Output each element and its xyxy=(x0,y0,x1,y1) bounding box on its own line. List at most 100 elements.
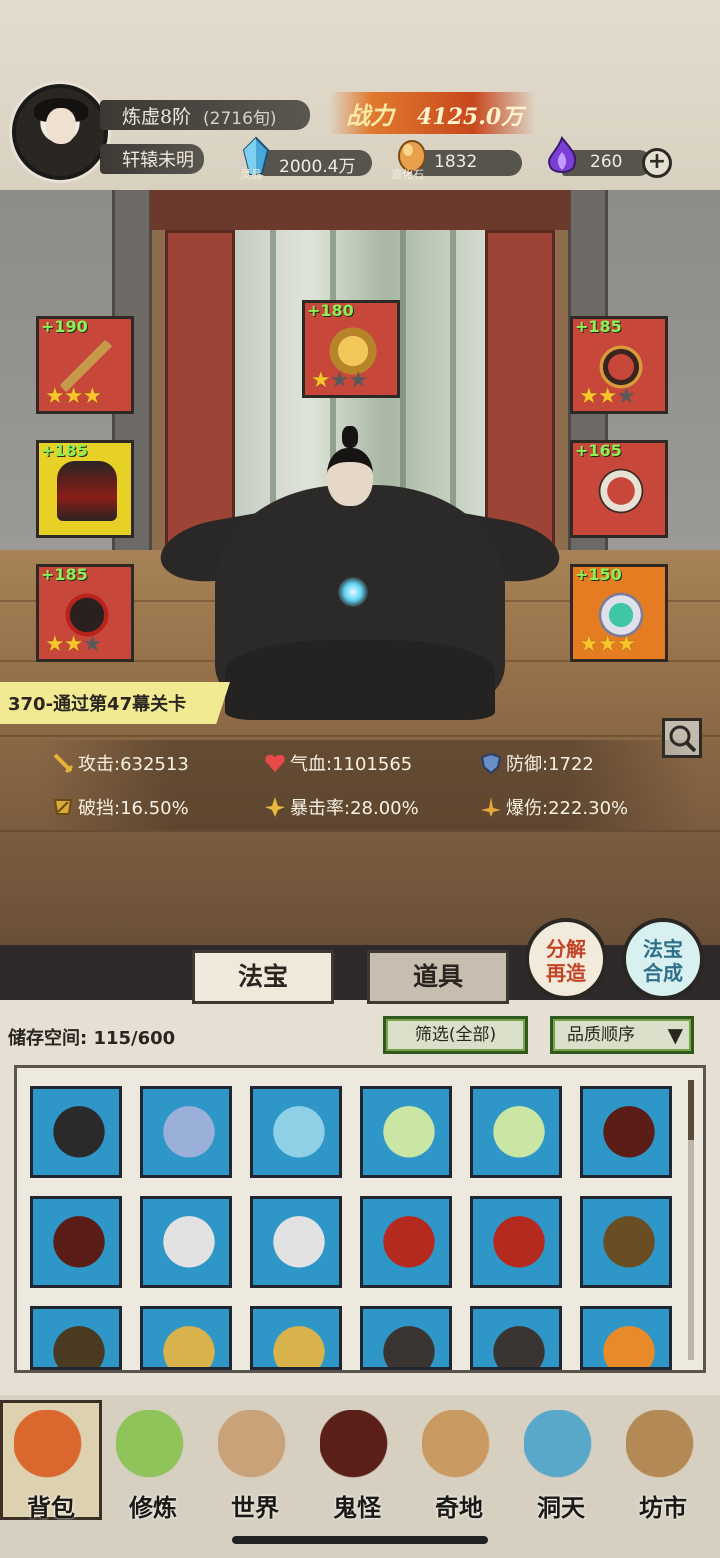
break-icon xyxy=(53,799,73,815)
robe-icon xyxy=(57,461,117,521)
nav-label: 背包 xyxy=(27,1493,75,1522)
scroll-icon xyxy=(218,1410,292,1484)
inventory-item[interactable] xyxy=(30,1196,122,1288)
market-icon xyxy=(626,1410,700,1484)
equip-slot-robe[interactable]: +185 xyxy=(36,440,134,538)
star-filled-icon: ★ xyxy=(579,632,599,657)
gold-armor-icon xyxy=(269,1323,329,1367)
home-indicator xyxy=(232,1536,488,1544)
nav-item-demon-egg[interactable]: 鬼怪 xyxy=(308,1400,406,1530)
synthesize-button[interactable]: 法宝 合成 xyxy=(622,918,704,1000)
inventory-item[interactable] xyxy=(30,1306,122,1370)
crystal-caption: 灵晶 xyxy=(240,168,262,181)
nav-item-lotus[interactable]: 修炼 xyxy=(104,1400,202,1530)
stat-label: 防御: xyxy=(506,754,549,775)
equip-level: +180 xyxy=(307,301,354,320)
inventory-item[interactable] xyxy=(580,1086,672,1178)
bracer-icon xyxy=(489,1323,549,1367)
red-armor-icon xyxy=(489,1213,549,1277)
purple-flame-icon xyxy=(548,136,577,173)
stat-value: 1101565 xyxy=(332,754,413,775)
inventory-item[interactable] xyxy=(580,1306,672,1370)
inventory-item[interactable] xyxy=(470,1306,562,1370)
star-filled-icon: ★ xyxy=(311,368,331,393)
star-filled-icon: ★ xyxy=(63,384,84,409)
nav-item-portal[interactable]: 洞天 xyxy=(512,1400,610,1530)
stat-value: 632513 xyxy=(120,754,189,775)
equip-slot-pendant[interactable]: +165 xyxy=(570,440,668,538)
crystal-value: 2000.4万 xyxy=(279,157,356,177)
inventory-item[interactable] xyxy=(360,1196,452,1288)
robe-icon xyxy=(49,1213,109,1277)
stone-value: 1832 xyxy=(434,152,478,172)
hero-legs xyxy=(225,640,495,720)
star-empty-icon: ★ xyxy=(329,368,350,393)
decompose-button[interactable]: 分解 再造 xyxy=(525,918,607,1000)
nav-item-bag[interactable]: 背包 xyxy=(2,1400,100,1530)
scrollbar-thumb[interactable] xyxy=(688,1080,694,1140)
inventory-item[interactable] xyxy=(140,1086,232,1178)
equip-slot-treasure[interactable]: +180 ★★★ xyxy=(302,300,400,398)
nav-item-market[interactable]: 坊市 xyxy=(614,1400,712,1530)
star-filled-icon: ★ xyxy=(45,632,65,657)
equip-slot-headgear[interactable]: +185 ★★★ xyxy=(570,316,668,414)
star-filled-icon: ★ xyxy=(45,384,65,409)
inventory-item[interactable] xyxy=(580,1196,672,1288)
door-frame xyxy=(150,190,570,230)
star-filled-icon: ★ xyxy=(63,632,84,657)
inventory-item[interactable] xyxy=(360,1086,452,1178)
decompose-label: 分解 再造 xyxy=(546,937,586,985)
door-right xyxy=(485,230,555,565)
star-empty-icon: ★ xyxy=(82,632,102,657)
nav-label: 修炼 xyxy=(129,1493,177,1522)
star-rating: ★★★ xyxy=(45,384,102,409)
nav-label: 洞天 xyxy=(537,1493,585,1522)
inventory-item[interactable] xyxy=(250,1306,342,1370)
equip-slot-weapon[interactable]: +190 ★★★ xyxy=(36,316,134,414)
stat-label: 气血: xyxy=(290,754,333,775)
stat-label: 爆伤: xyxy=(506,798,549,819)
jade-mirror-icon xyxy=(489,1103,549,1167)
white-armor-icon xyxy=(269,1213,329,1277)
shield-icon xyxy=(480,752,502,774)
white-armor-icon xyxy=(159,1213,219,1277)
nav-label: 坊市 xyxy=(639,1493,687,1522)
sword-icon xyxy=(159,1103,219,1167)
equip-slot-boots[interactable]: +185 ★★★ xyxy=(36,564,134,662)
tab-daoju[interactable]: 道具 xyxy=(367,950,509,1004)
stat-value: 16.50% xyxy=(120,798,189,819)
inventory-item[interactable] xyxy=(470,1196,562,1288)
demon-egg-icon xyxy=(320,1410,394,1484)
inventory-item[interactable] xyxy=(140,1196,232,1288)
inventory-item[interactable] xyxy=(360,1306,452,1370)
star-filled-icon: ★ xyxy=(616,632,636,657)
equip-level: +185 xyxy=(41,565,88,584)
stat-value: 222.30% xyxy=(548,798,629,819)
feather-crown-icon xyxy=(599,1323,659,1367)
flame-value: 260 xyxy=(590,152,623,172)
filter-button[interactable]: 筛选(全部) xyxy=(383,1016,528,1054)
inventory-item[interactable] xyxy=(30,1086,122,1178)
nav-item-scroll[interactable]: 世界 xyxy=(206,1400,304,1530)
storage-capacity: 储存空间: 115/600 xyxy=(8,1028,176,1049)
star-rating: ★★★ xyxy=(311,368,368,393)
equip-slot-ring[interactable]: +150 ★★★ xyxy=(570,564,668,662)
tab-fabao[interactable]: 法宝 xyxy=(192,950,334,1004)
equip-level: +165 xyxy=(575,441,622,460)
inventory-item[interactable] xyxy=(140,1306,232,1370)
pendant-icon xyxy=(591,461,651,521)
add-resource-button[interactable]: + xyxy=(642,148,672,178)
player-avatar[interactable] xyxy=(12,84,108,180)
inventory-item[interactable] xyxy=(250,1086,342,1178)
star-filled-icon: ★ xyxy=(597,632,618,657)
red-armor-icon xyxy=(379,1213,439,1277)
nav-item-mountain[interactable]: 奇地 xyxy=(410,1400,508,1530)
crit-icon xyxy=(265,797,285,817)
floor-plank xyxy=(0,830,720,832)
player-name: 轩辕未明 xyxy=(122,150,194,171)
inventory-item[interactable] xyxy=(250,1196,342,1288)
bag-icon xyxy=(14,1410,88,1484)
combat-power-value: 4125.0万 xyxy=(417,104,524,130)
inventory-item[interactable] xyxy=(470,1086,562,1178)
sort-dropdown[interactable]: 品质顺序 ▼ xyxy=(550,1016,694,1054)
